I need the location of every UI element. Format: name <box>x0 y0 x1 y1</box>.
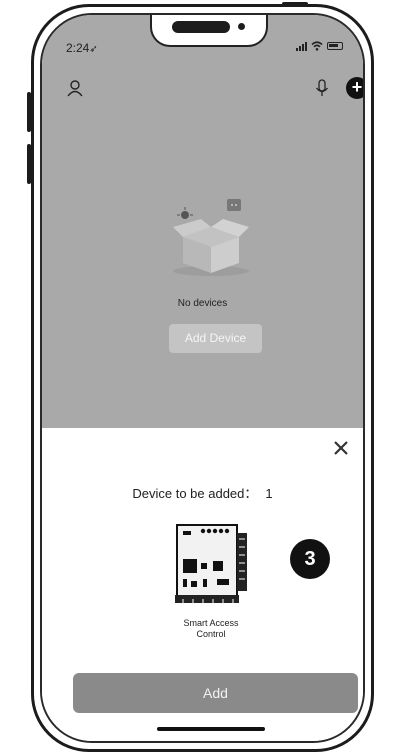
cellular-signal-icon <box>296 41 307 51</box>
sheet-title-text: Device to be added： <box>132 486 258 501</box>
device-name: Smart Access Control <box>160 618 262 640</box>
device-name-line-2: Control <box>196 629 226 639</box>
empty-state-message: No devices <box>177 298 228 309</box>
device-name-line-1: Smart Access <box>183 618 239 628</box>
wifi-icon <box>311 41 323 51</box>
front-camera <box>238 23 245 30</box>
microphone-icon[interactable] <box>315 79 329 97</box>
device-count: 1 <box>265 486 273 501</box>
app-screen: 2:24➶ + No devices Add Device Device to … <box>42 15 363 741</box>
dimmed-home-background[interactable]: 2:24➶ + No devices Add Device <box>42 15 363 428</box>
add-device-button[interactable]: Add Device <box>169 324 262 353</box>
speaker-grille <box>172 21 230 33</box>
sheet-title: Device to be added： 1 <box>42 483 363 502</box>
circuit-board-icon[interactable] <box>173 521 249 607</box>
add-button[interactable]: Add <box>73 673 358 713</box>
status-time: 2:24➶ <box>66 41 98 55</box>
plus-circle-icon[interactable]: + <box>346 77 363 99</box>
user-icon[interactable] <box>66 79 84 97</box>
home-indicator[interactable] <box>157 727 265 731</box>
phone-notch <box>150 15 268 47</box>
close-icon[interactable] <box>333 440 349 456</box>
add-device-sheet: Device to be added： 1 3 Smart Access Con… <box>42 428 363 741</box>
step-number-badge: 3 <box>290 539 330 579</box>
battery-icon <box>327 42 343 50</box>
location-arrow-icon: ➶ <box>89 44 98 55</box>
empty-box-illustration-icon <box>173 199 249 276</box>
status-time-text: 2:24 <box>66 41 90 55</box>
phone-screen: 2:24➶ + No devices Add Device Device to … <box>40 13 365 743</box>
status-icons <box>296 41 343 51</box>
phone-frame: 2:24➶ + No devices Add Device Device to … <box>31 4 374 752</box>
